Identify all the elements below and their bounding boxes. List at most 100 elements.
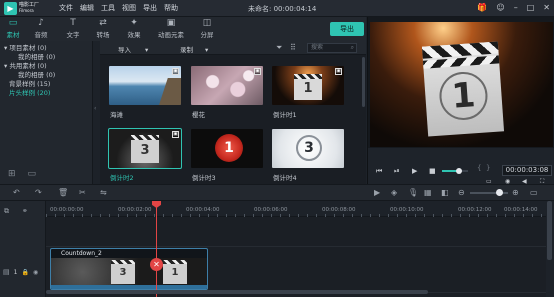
tab-split-screen[interactable]: ◫ 分屏: [194, 18, 220, 39]
red-circle-digit: 1: [215, 134, 243, 162]
gift-icon[interactable]: 🎁: [477, 3, 487, 12]
zoom-in-icon[interactable]: ⊕: [512, 188, 519, 197]
tab-media[interactable]: ▭ 素材: [0, 18, 26, 39]
media-item-countdown-3[interactable]: 1: [191, 129, 263, 168]
library-actions: ⊞ ▭: [8, 169, 36, 179]
fit-timeline-icon[interactable]: ▭: [530, 188, 538, 197]
window-controls: 🎁 ☺ – □ ✕: [477, 3, 550, 12]
media-scrollbar[interactable]: [362, 57, 365, 107]
media-caption: 倒计时2: [110, 174, 134, 182]
main-toolbar: ▭ 素材 ♪ 音频 T 文字 ⇄ 转场 ✦ 效果 ▣ 动画元素 ◫ 分屏: [0, 17, 366, 41]
volume-slider[interactable]: [442, 168, 468, 174]
preview-panel: 1 ⏮ ⏯ ▶ ■ { } 00:00:03:08 ▭ ◉ ◀ ⛶: [367, 17, 554, 185]
clip-thumbnails: 3 1: [51, 258, 207, 286]
timeline-clip[interactable]: 3 1 Countdown_2: [50, 248, 208, 290]
eye-icon[interactable]: ◉: [33, 269, 38, 276]
tab-elements[interactable]: ▣ 动画元素: [153, 18, 189, 39]
cut-icon[interactable]: ✂: [79, 188, 86, 197]
import-dropdown[interactable]: 导入 ▾: [118, 44, 148, 54]
link-icon[interactable]: ⚭: [22, 207, 28, 215]
delete-icon[interactable]: 🗑: [58, 188, 68, 197]
record-dropdown[interactable]: 录制 ▾: [180, 44, 208, 54]
media-item-countdown-4[interactable]: 3: [272, 129, 344, 168]
media-item-beach[interactable]: ▣: [109, 66, 181, 105]
menu-edit[interactable]: 编辑: [77, 3, 97, 13]
ruler-label: 00:00:06:00: [254, 207, 288, 213]
media-toolbar: 导入 ▾ 录制 ▾ ⏷ ⠿ 搜索 ⌕: [100, 41, 366, 55]
menu-help[interactable]: 帮助: [161, 3, 181, 13]
marker-icon[interactable]: ◈: [391, 188, 397, 197]
menu-view[interactable]: 视图: [119, 3, 139, 13]
mark-in-button[interactable]: {: [477, 164, 481, 172]
clip-name: Countdown_2: [61, 250, 102, 257]
media-caption: 海滩: [110, 111, 123, 119]
menu-tools[interactable]: 工具: [98, 3, 118, 13]
menu-file[interactable]: 文件: [56, 3, 76, 13]
minimize-icon[interactable]: –: [514, 3, 518, 12]
tree-item-intro-samples[interactable]: 片头样例 (20): [9, 87, 50, 97]
play-icon[interactable]: ▶: [412, 167, 417, 175]
previous-frame-icon[interactable]: ⏮: [376, 167, 382, 176]
split-playhead-icon[interactable]: ✕: [150, 258, 163, 271]
timeline-ruler[interactable]: 00:00:00:00 00:00:02:00 00:00:04:00 00:0…: [46, 201, 546, 217]
search-input[interactable]: 搜索 ⌕: [307, 43, 357, 53]
clip-frame: 1: [163, 260, 187, 284]
mark-out-button[interactable]: }: [486, 164, 490, 172]
undo-icon[interactable]: ↶: [13, 188, 20, 197]
media-item-blossom[interactable]: ▣: [191, 66, 263, 105]
tab-audio-label: 音频: [34, 31, 48, 39]
digit-label: 3: [140, 143, 150, 158]
voiceover-icon[interactable]: ▦: [424, 188, 432, 197]
grid-view-icon[interactable]: ⠿: [290, 43, 296, 52]
tab-audio[interactable]: ♪ 音频: [28, 18, 54, 39]
render-icon[interactable]: ▶: [374, 188, 380, 197]
media-item-countdown-1[interactable]: 1 ▣: [272, 66, 344, 105]
step-back-icon[interactable]: ⏯: [394, 167, 400, 176]
playhead-line: [156, 205, 157, 297]
close-icon[interactable]: ✕: [543, 3, 550, 12]
export-button[interactable]: 导出: [330, 22, 364, 36]
transition-icon: ⇄: [99, 18, 107, 28]
import-label: 导入: [118, 46, 131, 54]
timeline-toolbar: ↶ ↷ 🗑 ✂ ⇋ ▶ ◈ 🎙 ▦ ◧ ⊖ ⊕ ▭: [0, 184, 554, 201]
media-caption: 倒计时1: [273, 111, 297, 119]
tab-effects-label: 效果: [127, 31, 141, 39]
menu-bar: 文件 编辑 工具 视图 导出 帮助: [56, 3, 182, 13]
adjust-icon[interactable]: ⇋: [100, 188, 107, 197]
redo-icon[interactable]: ↷: [35, 188, 42, 197]
timeline-vertical-scrollbar[interactable]: [547, 201, 552, 260]
cliff-shape: [159, 78, 181, 105]
stop-icon[interactable]: ■: [429, 167, 436, 175]
ruler-label: 00:00:12:00: [458, 207, 492, 213]
text-icon: T: [70, 18, 76, 28]
media-badge-icon: ▣: [254, 68, 261, 75]
tab-text[interactable]: T 文字: [60, 18, 86, 39]
media-library: 导入 ▾ 录制 ▾ ⏷ ⠿ 搜索 ⌕ ▣ 海滩 ▣ 樱花 1 ▣ 倒计时1 3 ▣: [100, 41, 366, 184]
media-caption: 樱花: [192, 111, 205, 119]
split-audio-icon[interactable]: ◧: [441, 188, 449, 197]
lock-icon[interactable]: 🔒: [21, 269, 28, 276]
zoom-out-icon[interactable]: ⊖: [458, 188, 465, 197]
tab-transition[interactable]: ⇄ 转场: [90, 18, 116, 39]
menu-export[interactable]: 导出: [140, 3, 160, 13]
add-folder-icon[interactable]: ⊞: [8, 169, 16, 179]
ruler-label: 00:00:08:00: [322, 207, 356, 213]
track-divider: [46, 246, 546, 247]
folder-icon[interactable]: ▭: [28, 169, 37, 179]
media-item-countdown-2[interactable]: 3 ▣: [108, 128, 182, 169]
collapse-panel-icon[interactable]: ‹: [94, 105, 96, 112]
microphone-icon[interactable]: 🎙: [408, 188, 418, 197]
volume-slider-knob[interactable]: [455, 168, 462, 174]
tab-effects[interactable]: ✦ 效果: [121, 18, 147, 39]
folder-icon: ▭: [8, 18, 18, 28]
zoom-slider-knob[interactable]: [495, 189, 503, 196]
image-icon: ▣: [166, 18, 176, 28]
add-track-icon[interactable]: ⧉: [4, 207, 9, 216]
brand-sub: Filmora: [19, 8, 34, 13]
timeline-horizontal-scrollbar[interactable]: [46, 290, 428, 294]
ruler-label: 00:00:02:00: [118, 207, 152, 213]
filter-icon[interactable]: ⏷: [276, 43, 282, 53]
preview-screen: 1: [370, 22, 553, 147]
user-icon[interactable]: ☺: [496, 3, 504, 12]
maximize-icon[interactable]: □: [527, 3, 535, 12]
